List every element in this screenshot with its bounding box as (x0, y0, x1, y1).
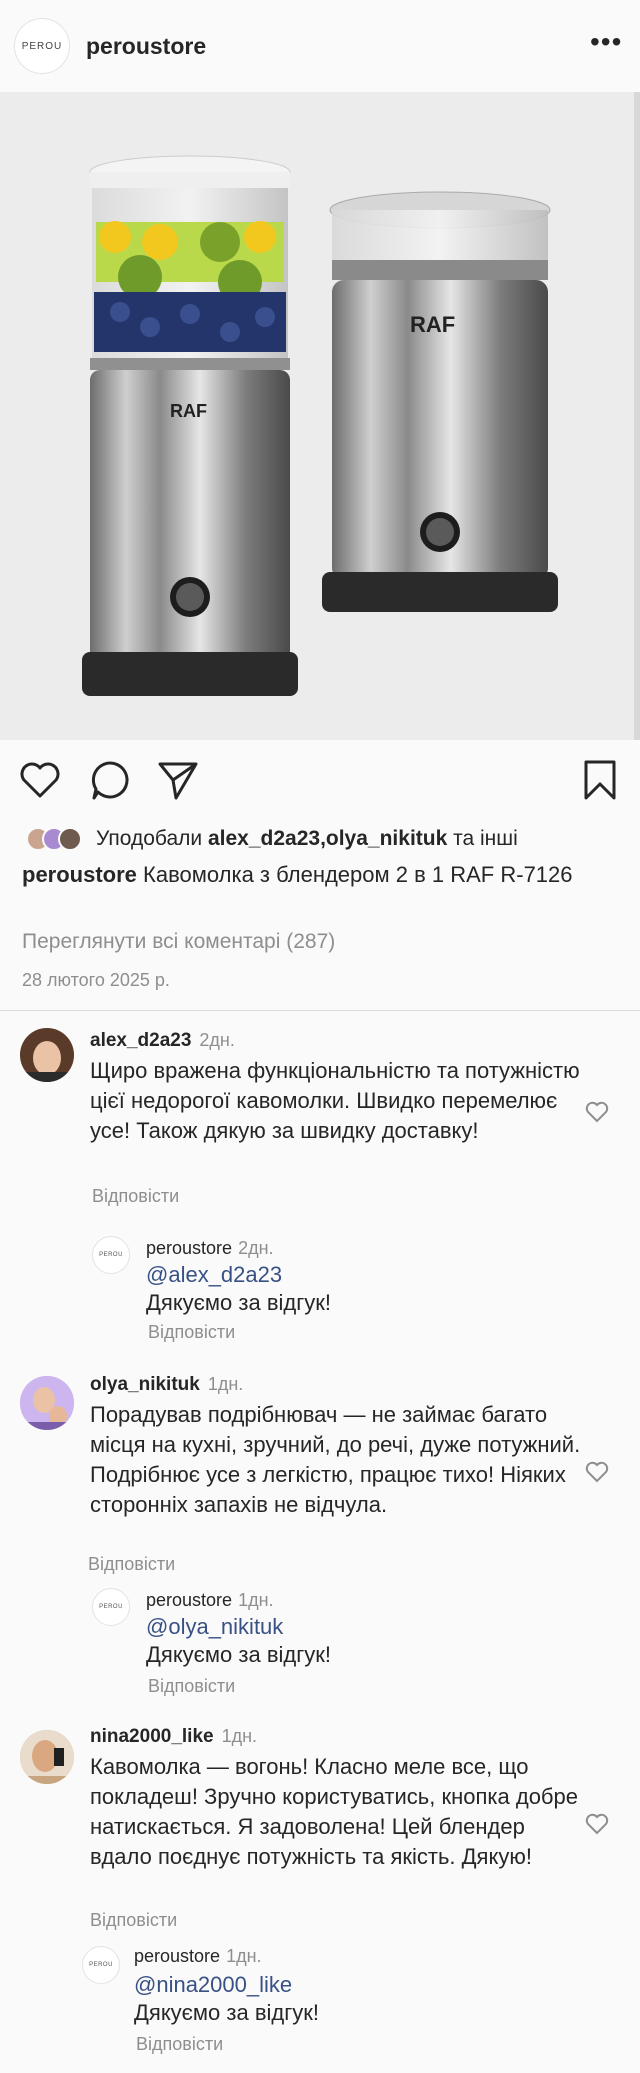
store-reply-text: Дякуємо за відгук! (146, 1642, 331, 1667)
liker-avatar (58, 827, 82, 851)
store-reply-time: 1дн. (226, 1946, 262, 1966)
reply-mention[interactable]: @nina2000_like (134, 1972, 292, 1998)
bookmark-icon[interactable] (578, 758, 622, 802)
comment-user[interactable]: olya_nikituk (90, 1374, 200, 1395)
comment-item: nina2000_like 1дн. Кавомолка — вогонь! Кл… (0, 1720, 640, 2070)
view-all-comments-link[interactable]: Переглянути всі коментарі (287) (22, 930, 335, 954)
store-reply-user[interactable]: peroustore (134, 1946, 220, 1966)
comment-user[interactable]: alex_d2a23 (90, 1030, 191, 1051)
post-username[interactable]: peroustore (86, 33, 206, 60)
store-reply-time: 2дн. (238, 1238, 274, 1258)
comment-icon[interactable] (88, 758, 132, 802)
commenter-avatar[interactable] (20, 1376, 74, 1430)
reply-mention[interactable]: @olya_nikituk (146, 1614, 283, 1640)
likes-prefix: Уподобали (96, 827, 208, 850)
comment-username[interactable]: alex_d2a23 2дн. (90, 1030, 235, 1052)
comment-username[interactable]: nina2000_like 1дн. (90, 1726, 257, 1748)
comment-text: Кавомолка — вогонь! Класно меле все, що … (90, 1754, 578, 1869)
comment-time: 1дн. (207, 1374, 244, 1394)
store-reply-username[interactable]: peroustore 2дн. (146, 1238, 274, 1259)
brand-label-left: RAF (170, 401, 207, 421)
comment-like-icon[interactable] (585, 1100, 609, 1124)
send-icon[interactable] (156, 758, 200, 802)
commenter-avatar[interactable] (20, 1730, 74, 1784)
store-reply-username[interactable]: peroustore 1дн. (146, 1590, 274, 1611)
reply-mention[interactable]: @alex_d2a23 (146, 1262, 282, 1288)
store-reply-text: Дякуємо за відгук! (146, 1290, 331, 1315)
post-actions (0, 752, 640, 812)
reply-button[interactable]: Відповісти (88, 1554, 175, 1575)
commenter-avatar[interactable] (20, 1028, 74, 1082)
post-caption: peroustore Кавомолка з блендером 2 в 1 R… (22, 860, 582, 890)
likes-users[interactable]: alex_d2a23,olya_nikituk (208, 827, 447, 851)
avatar-photo (20, 1028, 74, 1082)
logo-text: PEROU (21, 40, 63, 52)
post-image[interactable]: RAF RAF (0, 92, 640, 740)
comment-text: Порадував подрібнювач — не займає багато… (90, 1402, 581, 1517)
reply-button[interactable]: Відповісти (92, 1186, 179, 1207)
likes-suffix: та інші (447, 827, 518, 850)
product-image: RAF RAF (82, 92, 640, 740)
likes-summary[interactable]: Уподобали alex_d2a23,olya_nikituk та інш… (26, 823, 626, 855)
caption-text: Кавомолка з блендером 2 в 1 RAF R-7126 (136, 862, 573, 887)
avatar-photo (20, 1376, 74, 1430)
comment-user[interactable]: nina2000_like (90, 1726, 214, 1747)
reply-button[interactable]: Відповісти (136, 2034, 223, 2055)
comment-like-icon[interactable] (585, 1460, 609, 1484)
comment-like-icon[interactable] (585, 1812, 609, 1836)
reply-button[interactable]: Відповісти (148, 1322, 235, 1343)
reply-button[interactable]: Відповісти (148, 1676, 235, 1697)
caption-author[interactable]: peroustore (22, 862, 137, 887)
store-avatar[interactable]: PEROU (92, 1236, 130, 1274)
comment-item: alex_d2a23 2дн. Щиро вражена функціональн… (0, 1024, 640, 1354)
store-avatar[interactable]: PEROU (92, 1588, 130, 1626)
heart-icon[interactable] (18, 758, 62, 802)
store-reply-text: Дякуємо за відгук! (134, 2000, 319, 2025)
comment-time: 2дн. (199, 1030, 235, 1050)
profile-avatar[interactable]: PEROU (14, 18, 70, 74)
comment-time: 1дн. (221, 1726, 258, 1746)
store-reply-username[interactable]: peroustore 1дн. (134, 1946, 262, 1967)
store-reply-user[interactable]: peroustore (146, 1238, 232, 1258)
comment-text: Щиро вражена функціональністю та потужні… (90, 1058, 580, 1143)
store-reply-time: 1дн. (238, 1590, 274, 1610)
reply-button[interactable]: Відповісти (90, 1910, 177, 1931)
post-header: PEROU peroustore ••• (0, 0, 640, 92)
comment-item: olya_nikituk 1дн. Порадував подрібнювач —… (0, 1368, 640, 1708)
post-date: 28 лютого 2025 р. (22, 970, 170, 990)
brand-label-right: RAF (410, 312, 455, 337)
comment-username[interactable]: olya_nikituk 1дн. (90, 1374, 243, 1396)
more-options-icon[interactable]: ••• (590, 28, 622, 62)
store-avatar[interactable]: PEROU (82, 1946, 120, 1984)
store-reply-user[interactable]: peroustore (146, 1590, 232, 1610)
avatar-photo (20, 1730, 74, 1784)
divider (0, 1010, 640, 1011)
liker-avatars (26, 825, 96, 853)
